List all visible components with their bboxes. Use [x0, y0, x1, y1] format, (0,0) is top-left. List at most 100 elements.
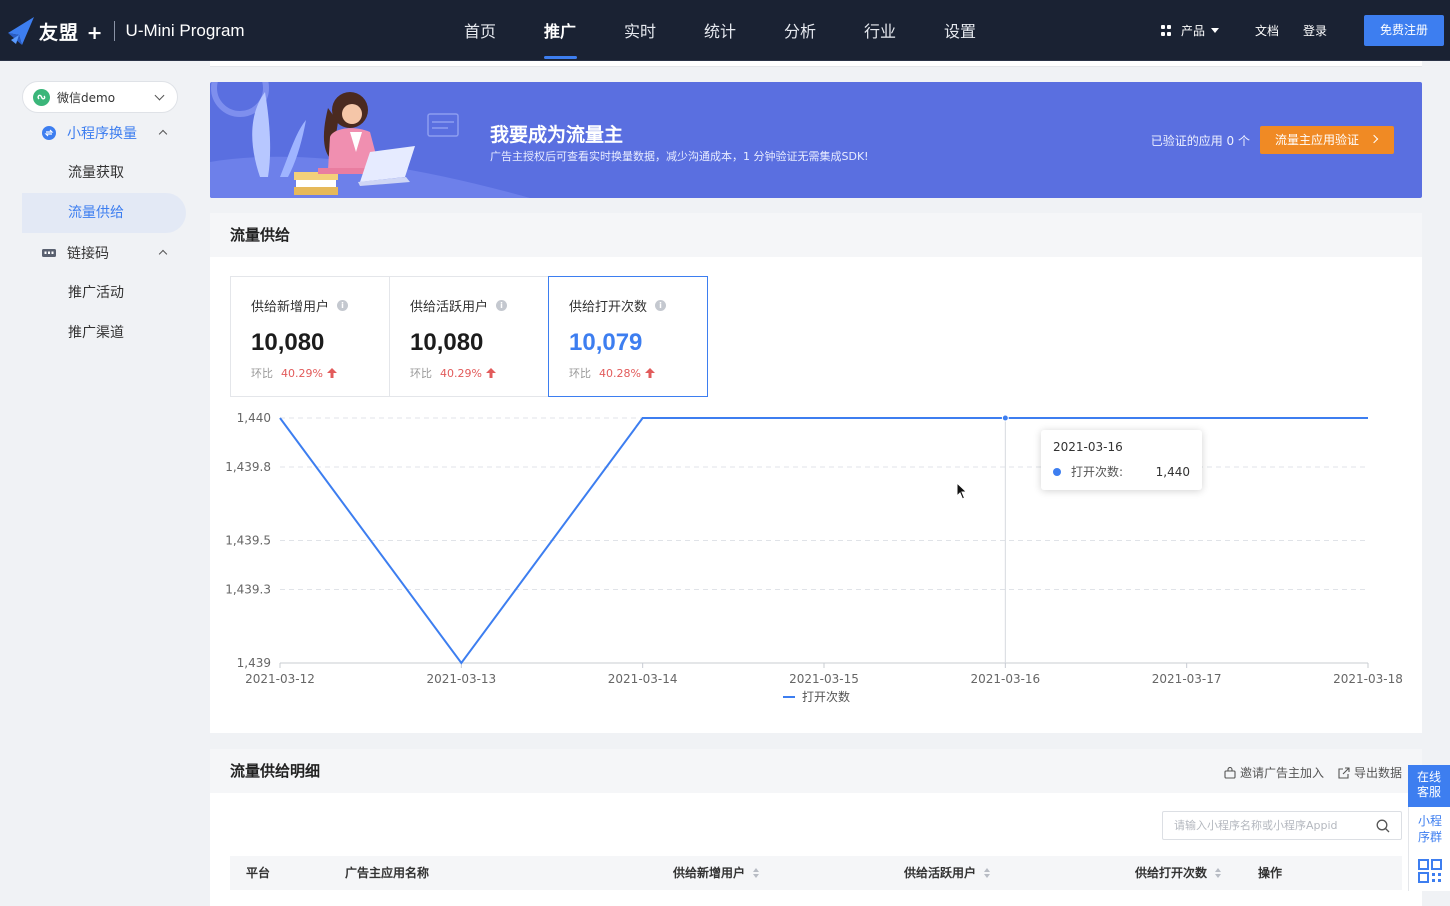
login-link[interactable]: 登录 [1303, 22, 1327, 39]
group-l1: 小程 [1418, 814, 1443, 828]
arrow-up-icon [326, 368, 337, 378]
search-icon[interactable] [1376, 819, 1390, 833]
open-count-line-chart[interactable]: 1,440 1,439.8 1,439.5 1,439.3 1,439 2021-03-1… [210, 396, 1422, 726]
y-tick-label: 1,439.3 [225, 583, 271, 597]
arrow-up-icon [644, 368, 655, 378]
umeng-bird-logo-icon [8, 17, 34, 45]
verified-app-count: 已验证的应用 0 个 [1150, 134, 1250, 148]
nav-tab-industry[interactable]: 行业 [840, 0, 920, 61]
col-new-users[interactable]: 供给新增用户 [673, 856, 760, 890]
sidebar-item-traffic-acquire[interactable]: 流量获取 [22, 153, 186, 193]
signup-button[interactable]: 免费注册 [1364, 15, 1444, 46]
nav-tab-settings[interactable]: 设置 [920, 0, 1000, 61]
detail-table-header: 平台 广告主应用名称 供给新增用户 供给活跃用户 供给打开次数 操作 [230, 856, 1402, 890]
tooltip-value: 1,440 [1155, 464, 1190, 479]
woman-with-laptop-illustration [210, 82, 530, 198]
stat-name: 供给打开次数 [569, 300, 648, 315]
sidebar-group-mini-exchange[interactable]: 小程序换量 [22, 113, 186, 153]
x-tick-label: 2021-03-18 [1333, 672, 1403, 686]
ratio-label: 环比 [251, 367, 273, 380]
sidebar: 微信demo 小程序换量 流量获取 流量供给 链接码 推广活动 推广渠道 [0, 61, 200, 906]
col-label: 广告主应用名称 [345, 866, 430, 880]
detail-actions: 邀请广告主加入 导出数据 [1210, 764, 1402, 781]
logo-divider [113, 21, 115, 41]
stat-value: 10,080 [410, 329, 484, 356]
nav-tab-realtime[interactable]: 实时 [600, 0, 680, 61]
col-active-users[interactable]: 供给活跃用户 [904, 856, 991, 890]
ratio-value: 40.29% [281, 366, 323, 380]
qr-code-icon [1417, 859, 1442, 883]
sidebar-item-promo-channel[interactable]: 推广渠道 [22, 313, 186, 353]
logo[interactable]: 友盟 + U-Mini Program [6, 14, 245, 48]
col-label: 平台 [246, 866, 271, 880]
stat-active-users[interactable]: 供给活跃用户 i 10,080 环比 40.29% [389, 276, 549, 397]
banner-subtitle: 广告主授权后可查看实时换量数据，减少沟通成本，1 分钟验证无需集成SDK! [490, 150, 869, 163]
x-tick-label: 2021-03-15 [789, 672, 859, 686]
invite-advertiser-button[interactable]: 邀请广告主加入 [1224, 764, 1324, 781]
x-tick-label: 2021-03-13 [426, 672, 496, 686]
ratio-label: 环比 [569, 367, 591, 380]
legend-label: 打开次数 [802, 689, 850, 704]
stat-tabs: 供给新增用户 i 10,080 环比 40.29% 供给活跃用户 i 10,080 环… [230, 276, 708, 397]
traffic-supply-detail-card: 流量供给明细 邀请广告主加入 导出数据 平台 广告主应用名称 供给新增用户 供给… [210, 749, 1422, 906]
nav-tab-statistics[interactable]: 统计 [680, 0, 760, 61]
detail-search [1162, 811, 1402, 840]
link-code-icon [42, 249, 56, 257]
series-dot [1053, 467, 1061, 476]
export-icon [1338, 766, 1350, 779]
nav-tab-home[interactable]: 首页 [440, 0, 520, 61]
mini-program-group-button[interactable]: 小程 序群 [1408, 807, 1450, 851]
nav-tab-analysis[interactable]: 分析 [760, 0, 840, 61]
docs-link[interactable]: 文档 [1255, 22, 1279, 39]
col-label: 操作 [1258, 866, 1283, 880]
sort-icon[interactable] [1215, 868, 1222, 878]
banner-title: 我要成为流量主 [490, 124, 624, 146]
col-app-name: 广告主应用名称 [345, 856, 429, 890]
sort-icon[interactable] [753, 868, 760, 878]
arrow-up-icon [485, 368, 496, 378]
col-actions: 操作 [1258, 856, 1282, 890]
info-icon[interactable]: i [496, 300, 508, 311]
card-title: 流量供给 [210, 213, 1422, 257]
detail-search-input[interactable] [1163, 812, 1363, 839]
stat-new-users[interactable]: 供给新增用户 i 10,080 环比 40.29% [230, 276, 390, 397]
verify-flow-app-button[interactable]: 流量主应用验证 [1260, 126, 1394, 154]
export-data-button[interactable]: 导出数据 [1338, 764, 1402, 781]
col-open-count[interactable]: 供给打开次数 [1135, 856, 1222, 890]
products-label: 产品 [1180, 24, 1205, 38]
stat-name: 供给活跃用户 [410, 300, 489, 315]
col-label: 供给活跃用户 [904, 866, 977, 880]
nav-tab-promotion[interactable]: 推广 [520, 0, 600, 61]
brand-name: 友盟 + [39, 21, 104, 44]
sidebar-item-promo-activity[interactable]: 推广活动 [22, 273, 186, 313]
product-name: U-Mini Program [125, 21, 245, 40]
data-point [1001, 414, 1009, 422]
ratio-label: 环比 [410, 367, 432, 380]
main-nav-tabs: 首页 推广 实时 统计 分析 行业 设置 [440, 0, 1000, 61]
info-icon[interactable]: i [337, 300, 349, 311]
qr-code-button[interactable] [1408, 851, 1450, 891]
mini-program-icon [33, 88, 50, 106]
chevron-right-icon [1369, 134, 1379, 144]
app-selector[interactable]: 微信demo [22, 81, 178, 113]
mouse-cursor-icon [956, 482, 968, 500]
products-menu[interactable]: 产品 [1160, 22, 1219, 39]
x-tick-label: 2021-03-17 [1152, 672, 1222, 686]
sidebar-group-link-code[interactable]: 链接码 [22, 233, 186, 273]
info-icon[interactable]: i [655, 300, 667, 311]
exchange-icon [42, 126, 56, 140]
y-tick-label: 1,440 [237, 411, 271, 425]
x-tick-label: 2021-03-16 [970, 672, 1040, 686]
caret-down-icon [1210, 28, 1219, 33]
sidebar-item-traffic-supply[interactable]: 流量供给 [22, 193, 186, 233]
group-l2: 序群 [1418, 830, 1443, 844]
top-nav: 友盟 + U-Mini Program 首页 推广 实时 统计 分析 行业 设置… [0, 0, 1450, 61]
sidebar-group-label: 小程序换量 [67, 126, 137, 142]
col-label: 供给新增用户 [673, 866, 746, 880]
stat-open-count[interactable]: 供给打开次数 i 10,079 环比 40.28% [548, 276, 708, 397]
online-support-button[interactable]: 在线 客服 [1408, 765, 1450, 807]
stat-name: 供给新增用户 [251, 300, 330, 315]
sort-icon[interactable] [984, 868, 991, 878]
online-l2: 客服 [1417, 785, 1442, 799]
chevron-up-icon [158, 249, 168, 259]
